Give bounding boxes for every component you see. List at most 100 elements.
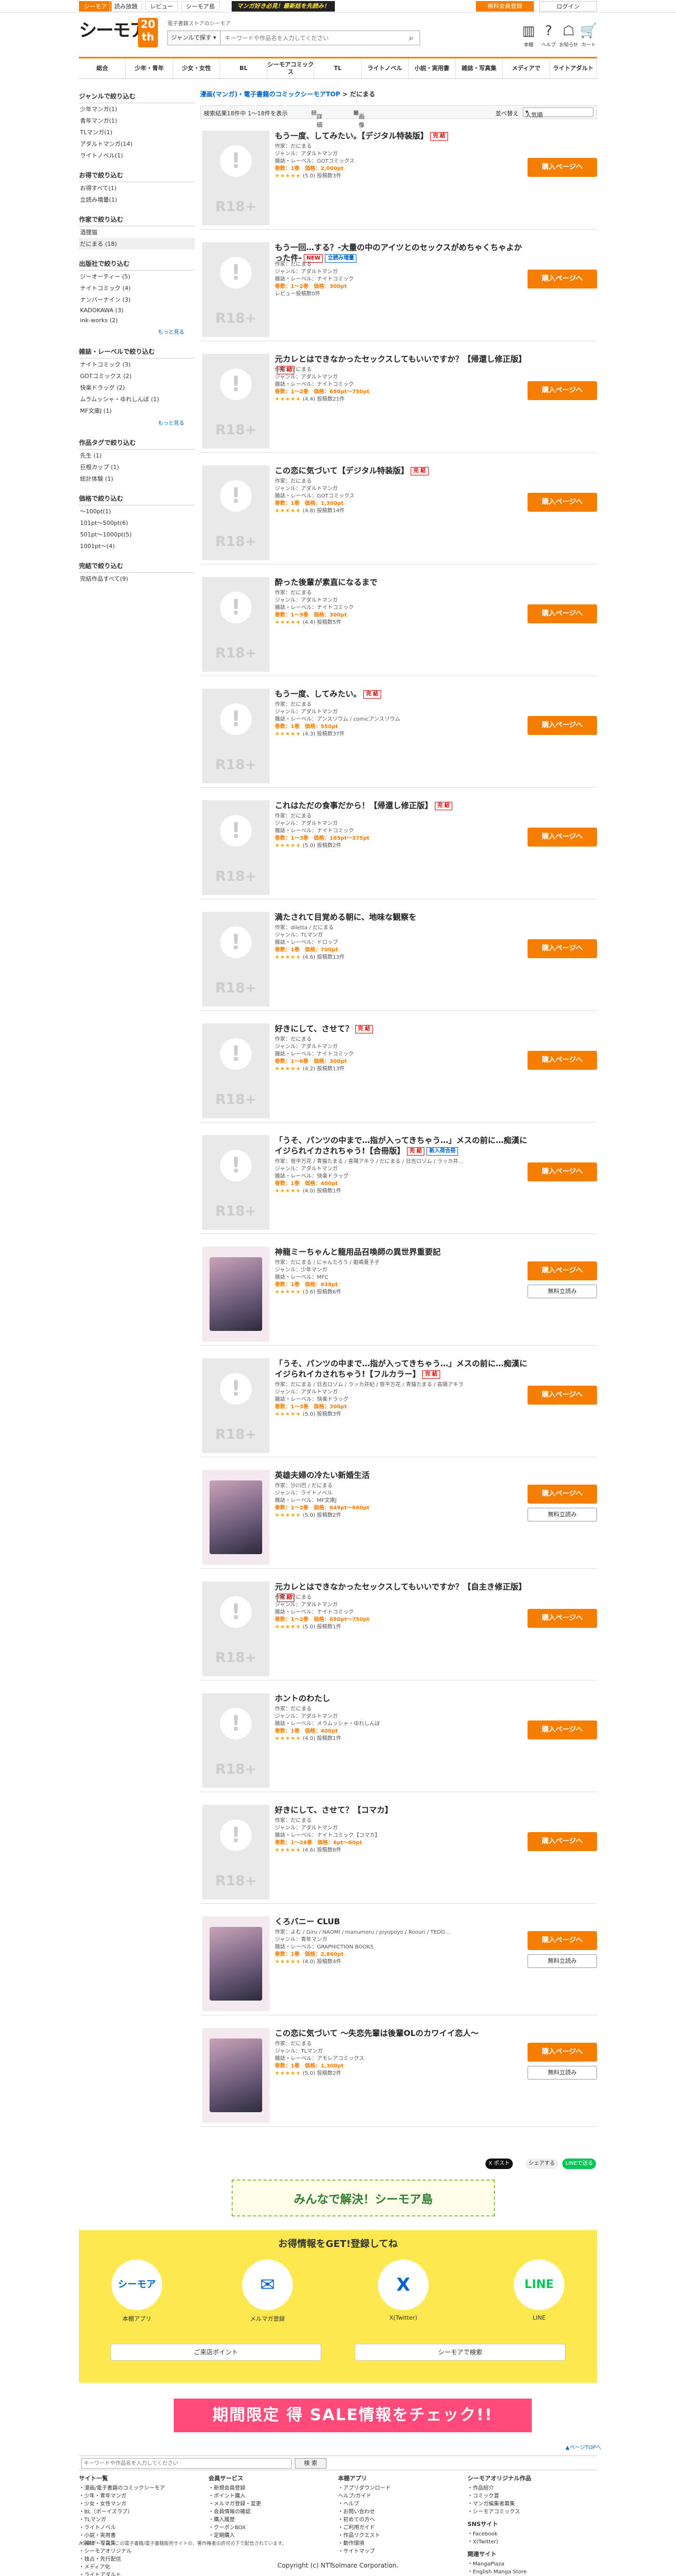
buy-page-button[interactable]: 購入ページへ: [528, 1720, 597, 1739]
x-post-button[interactable]: X ポスト: [485, 2159, 513, 2169]
item-author[interactable]: 作家：だにまる: [275, 1594, 528, 1602]
item-author[interactable]: 作家：だにまる: [275, 366, 528, 374]
buy-page-button[interactable]: 購入ページへ: [528, 828, 597, 847]
tag-filter-item[interactable]: 巨根カップ (1): [79, 461, 195, 473]
label-filter-item[interactable]: ムラムッシャ・ゆれしんぼ (1): [79, 393, 195, 405]
item-author[interactable]: 作家：だにまる: [275, 1036, 528, 1043]
rating-count[interactable]: (4.2) 投稿数13件: [303, 1066, 345, 1072]
x-card[interactable]: X X(Twitter): [372, 2260, 435, 2328]
publisher-filter-item[interactable]: ink-works (2): [79, 315, 195, 325]
footer-link[interactable]: ・コミック賞: [468, 2492, 594, 2500]
item-author[interactable]: 作家：だにまる: [275, 590, 528, 597]
item-genre[interactable]: ジャンル：アダルトマンガ: [275, 1166, 528, 1173]
item-title[interactable]: 好きにして、させて？完 結: [275, 1023, 528, 1034]
r18-placeholder-image[interactable]: ! R18+: [202, 1582, 270, 1676]
item-genre[interactable]: ジャンル：アダルトマンガ: [275, 1043, 528, 1051]
item-title[interactable]: ホントのわたし: [275, 1693, 528, 1704]
item-title[interactable]: 神龍ミーちゃんと龍用品召喚師の異世界重要記: [275, 1247, 528, 1257]
cmoa-search-button[interactable]: シーモアで検索: [355, 2344, 565, 2361]
buy-page-button[interactable]: 購入ページへ: [528, 2043, 597, 2062]
buy-page-button[interactable]: 購入ページへ: [528, 716, 597, 735]
item-title[interactable]: 英雄夫婦の冷たい新婚生活: [275, 1470, 528, 1480]
share-button[interactable]: シェアする: [525, 2159, 558, 2169]
nav-light-novel[interactable]: ライトノベル: [362, 58, 409, 78]
free-preview-button[interactable]: 無料立読み: [528, 1508, 597, 1521]
rating-count[interactable]: (3.6) 投稿数6件: [303, 1289, 341, 1295]
nav-shojo[interactable]: 少女・女性: [173, 58, 221, 78]
breadcrumb-top-link[interactable]: 漫画(マンガ)・電子書籍のコミックシーモアTOP: [200, 91, 340, 98]
item-author[interactable]: 作家：だにまる: [275, 143, 528, 151]
footer-link[interactable]: ・漫画/電子書籍のコミックシーモア: [79, 2484, 205, 2492]
deal-filter-item[interactable]: お得すべて(1): [79, 182, 195, 194]
item-title[interactable]: 「うそ、パンツの中まで…指が入ってきちゃう…」メスの前に…痴漢にイジられイカされ…: [275, 1358, 528, 1379]
item-label[interactable]: 雑誌・レーベル：メラムッシャ・ゆれしんぼ: [275, 1720, 528, 1728]
footer-link[interactable]: ・シーモアコミックス: [468, 2508, 594, 2516]
item-author[interactable]: 作家：だにまる: [275, 701, 528, 709]
buy-page-button[interactable]: 購入ページへ: [528, 1485, 597, 1504]
register-button[interactable]: 無料会員登録: [476, 1, 534, 12]
item-genre[interactable]: ジャンル：TLマンガ: [275, 2048, 528, 2055]
label-filter-item[interactable]: GOTコミックス (2): [79, 370, 195, 382]
buy-page-button[interactable]: 購入ページへ: [528, 381, 597, 400]
r18-placeholder-image[interactable]: ! R18+: [202, 689, 270, 783]
view-detail-toggle[interactable]: ▤ 詳細: [311, 109, 322, 128]
rating-count[interactable]: (4.6) 投稿数13件: [303, 954, 345, 960]
author-filter-item-selected[interactable]: だにまる (18): [79, 238, 195, 250]
footer-link[interactable]: ・初めての方へ: [338, 2516, 464, 2524]
item-genre[interactable]: ジャンル：アダルトマンガ: [275, 151, 528, 158]
item-label[interactable]: 雑誌・レーベル：ナイトコミック【コマカ】: [275, 1832, 528, 1839]
item-label[interactable]: 雑誌・レーベル：ナイトコミック: [275, 828, 528, 835]
item-title[interactable]: これはただの食事だから！【帰還し修正版】完 結: [275, 800, 528, 811]
sort-select[interactable]: 人気順 ▾: [523, 107, 593, 118]
r18-placeholder-image[interactable]: ! R18+: [202, 800, 270, 895]
price-filter-item[interactable]: 〜100pt(1): [79, 505, 195, 517]
tag-filter-item[interactable]: 総計体験 (1): [79, 473, 195, 484]
cover-image[interactable]: [202, 2028, 270, 2123]
rating-count[interactable]: (4.3) 投稿数37件: [303, 731, 345, 737]
item-title[interactable]: 好きにして、させて？【コマカ】: [275, 1805, 528, 1815]
price-filter-item[interactable]: 101pt〜500pt(6): [79, 517, 195, 529]
tag-filter-item[interactable]: 先生 (1): [79, 450, 195, 461]
line-card[interactable]: LINE LINE: [508, 2260, 571, 2328]
item-genre[interactable]: ジャンル：アダルトマンガ: [275, 597, 528, 604]
footer-link[interactable]: ・ご利用ガイド: [338, 2524, 464, 2532]
footer-link[interactable]: ・作品リクエスト: [338, 2532, 464, 2540]
rating-count[interactable]: (5.0) 投稿数2件: [303, 843, 341, 849]
genre-filter-item[interactable]: 青年マンガ(1): [79, 115, 195, 126]
rating-count[interactable]: (4.0) 投稿数1件: [303, 1736, 341, 1742]
r18-placeholder-image[interactable]: ! R18+: [202, 354, 270, 449]
r18-placeholder-image[interactable]: ! R18+: [202, 577, 270, 672]
cover-image[interactable]: [202, 1916, 270, 2011]
footer-search-button[interactable]: 検 索: [295, 2458, 326, 2469]
r18-placeholder-image[interactable]: ! R18+: [202, 1805, 270, 1899]
footer-link[interactable]: ・アプリダウンロード: [338, 2484, 464, 2492]
item-label[interactable]: 雑誌・レーベル：ナイトコミック: [275, 276, 528, 283]
footer-link[interactable]: ・お問い合わせ: [338, 2508, 464, 2516]
footer-link[interactable]: ・Facebook: [468, 2530, 594, 2538]
free-preview-button[interactable]: 無料立読み: [528, 1285, 597, 1298]
item-author[interactable]: 作家：だにまる: [275, 813, 528, 820]
item-genre[interactable]: ジャンル：少年マンガ: [275, 1267, 528, 1274]
visit-point-button[interactable]: ご来店ポイント: [111, 2344, 321, 2361]
footer-link[interactable]: ヘルプ/ガイド: [338, 2492, 464, 2500]
publisher-more-link[interactable]: もっと見る: [79, 325, 195, 337]
footer-link[interactable]: ・購入履歴: [208, 2516, 335, 2524]
publisher-filter-item[interactable]: ナイトコミック (4): [79, 282, 195, 294]
tab-cmoa[interactable]: シーモア: [79, 1, 112, 12]
cmoa-island-banner[interactable]: みんなで解決！シーモア島: [232, 2180, 495, 2216]
rating-count[interactable]: (4.6) 投稿数8件: [303, 1847, 341, 1853]
footer-link[interactable]: ・新規会員登録: [208, 2484, 335, 2492]
publisher-filter-item[interactable]: KADOKAWA (3): [79, 305, 195, 315]
mail-card[interactable]: ✉ メルマガ登録: [236, 2260, 299, 2328]
item-label[interactable]: 雑誌・レーベル：GRAPHICTION BOOKS: [275, 1944, 528, 1951]
sale-banner[interactable]: 期間限定 得 SALE情報をチェック!!: [174, 2399, 532, 2432]
footer-link[interactable]: ・ライトノベル: [79, 2524, 205, 2532]
item-label[interactable]: 雑誌・レーベル：GOTコミックス: [275, 158, 528, 165]
footer-link[interactable]: ・シーモアオリジナル: [79, 2548, 205, 2555]
genre-filter-item[interactable]: アダルトマンガ(14): [79, 138, 195, 150]
deal-filter-item[interactable]: 立読み増量(1): [79, 194, 195, 205]
buy-page-button[interactable]: 購入ページへ: [528, 493, 597, 512]
item-label[interactable]: 雑誌・レーベル：ナイトコミック: [275, 1051, 528, 1058]
footer-link[interactable]: ・定期購入: [208, 2532, 335, 2540]
cover-image[interactable]: [202, 1470, 270, 1565]
